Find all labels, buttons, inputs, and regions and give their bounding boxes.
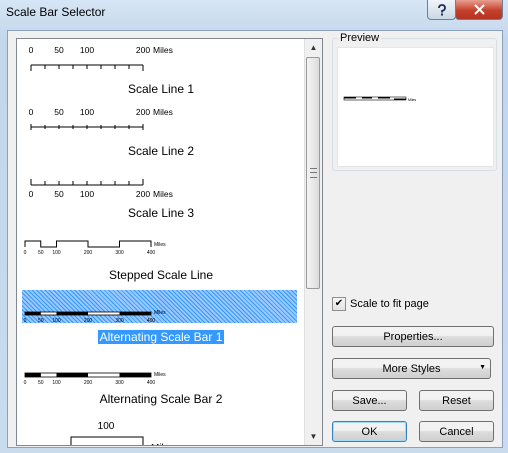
scale-to-fit-label: Scale to fit page: [350, 298, 429, 310]
more-styles-button[interactable]: More Styles ▼: [332, 358, 491, 379]
scale-bar-sample: 100 Miles: [70, 421, 174, 445]
scale-bar-label: Scale Line 3: [127, 206, 195, 220]
scale-to-fit-checkbox[interactable]: ✔ Scale to fit page: [332, 297, 429, 311]
tick-label: 100: [98, 421, 115, 432]
dropdown-arrow-icon: ▼: [479, 364, 486, 371]
preview-group: Preview Miles: [332, 32, 497, 171]
dialog-body: 0 50 100 200 Miles Scale Line 1 0 50 100 200 Miles…: [7, 30, 503, 448]
tick-label: 100: [52, 380, 61, 386]
preview-scale-bar: Miles: [343, 96, 416, 102]
tick-label: 300: [115, 380, 124, 386]
cancel-button[interactable]: Cancel: [419, 421, 494, 442]
preview-label: Preview: [338, 32, 382, 44]
tick-label: 50: [38, 318, 44, 324]
check-icon: ✔: [334, 298, 344, 309]
scroll-thumb[interactable]: [306, 57, 320, 289]
ok-label: OK: [361, 425, 378, 438]
tick-label: 100: [80, 189, 94, 199]
scroll-up-arrow-icon[interactable]: ▲: [305, 39, 322, 56]
cancel-label: Cancel: [439, 425, 474, 438]
unit-label: Miles: [154, 310, 166, 316]
save-label: Save...: [352, 394, 387, 407]
tick-label: 400: [147, 318, 156, 324]
scale-bar-sample: 0 50 100 200 300 400 Miles: [24, 372, 167, 386]
scale-bar-list-item[interactable]: 100 Miles: [17, 411, 305, 445]
tick-label: 0: [24, 318, 27, 324]
unit-label: Miles: [153, 189, 173, 199]
tick-label: 200: [84, 250, 93, 256]
tick-label: 50: [38, 380, 44, 386]
tick-label: 50: [38, 250, 44, 256]
tick-label: 0: [29, 189, 34, 199]
tick-label: 200: [136, 107, 150, 117]
tick-label: 200: [84, 380, 93, 386]
tick-label: 0: [24, 380, 27, 386]
scale-bar-label: Alternating Scale Bar 2: [99, 392, 223, 406]
tick-label: 200: [84, 318, 93, 324]
tick-label: 300: [115, 318, 124, 324]
grip-icon: [310, 168, 317, 178]
properties-label: Properties...: [383, 330, 443, 343]
tick-label: 100: [52, 250, 61, 256]
help-icon: [437, 3, 446, 15]
dialog-window: Scale Bar Selector 0 50 100 200 Miles Scale L…: [0, 0, 508, 453]
preview-unit: Miles: [408, 98, 416, 102]
help-button[interactable]: [427, 0, 456, 20]
tick-label: 100: [80, 45, 94, 55]
scale-bar-list-item[interactable]: 0 50 100 200 300 400 Miles Stepped Scale Line: [17, 225, 305, 287]
tick-label: 100: [80, 107, 94, 117]
preview-pane: Miles: [337, 47, 494, 167]
scale-bar-label: Stepped Scale Line: [108, 268, 214, 282]
scale-bar-sample: 0 50 100 200 300 400 Miles: [24, 240, 166, 256]
close-icon: [473, 4, 485, 15]
unit-label: Miles: [154, 372, 166, 378]
scale-bar-list-item[interactable]: 0 50 100 200 300 400 Miles Alternating Scale Ba…: [17, 287, 305, 349]
tick-label: 50: [54, 189, 64, 199]
tick-label: 200: [136, 189, 150, 199]
ok-button[interactable]: OK: [332, 421, 407, 442]
scale-bar-list-item[interactable]: 0 50 100 200 Miles Scale Line 2: [17, 101, 305, 163]
save-button[interactable]: Save...: [332, 390, 407, 411]
tick-label: 50: [54, 107, 64, 117]
properties-button[interactable]: Properties...: [332, 326, 494, 347]
tick-label: 100: [52, 318, 61, 324]
tick-label: 400: [147, 380, 156, 386]
tick-label: 50: [54, 45, 64, 55]
scale-bar-list-items: 0 50 100 200 Miles Scale Line 1 0 50 100 200 Miles…: [17, 39, 305, 445]
window-title: Scale Bar Selector: [6, 5, 106, 19]
scale-bar-list-item[interactable]: 0 50 100 200 300 400 Miles Alternating Scale Ba…: [17, 349, 305, 411]
tick-label: 0: [29, 45, 34, 55]
scale-bar-list-item[interactable]: 0 50 100 200 Miles Scale Line 1: [17, 39, 305, 101]
unit-label: Miles: [154, 242, 166, 248]
unit-label: Miles: [153, 107, 173, 117]
scale-bar-sample: 0 50 100 200 Miles: [29, 107, 173, 130]
unit-label: Miles: [153, 45, 173, 55]
reset-label: Reset: [442, 394, 471, 407]
scale-bar-list-item[interactable]: 0 50 100 200 Miles Scale Line 3: [17, 163, 305, 225]
tick-label: 0: [24, 250, 27, 256]
title-bar: Scale Bar Selector: [0, 0, 508, 28]
scale-bar-sample: 0 50 100 200 Miles: [29, 45, 173, 71]
vertical-scrollbar[interactable]: ▲ ▼: [304, 39, 322, 445]
scale-bar-sample: 0 50 100 200 300 400 Miles: [24, 310, 167, 324]
close-button[interactable]: [455, 0, 503, 20]
more-styles-label: More Styles: [382, 362, 441, 375]
tick-label: 400: [147, 250, 156, 256]
tick-label: 300: [115, 250, 124, 256]
reset-button[interactable]: Reset: [419, 390, 494, 411]
scale-bar-label: Alternating Scale Bar 1: [97, 330, 225, 344]
scale-bar-sample: 0 50 100 200 Miles: [29, 179, 173, 199]
tick-label: 0: [29, 107, 34, 117]
scroll-down-arrow-icon[interactable]: ▼: [305, 428, 322, 445]
unit-label: Miles: [151, 443, 174, 445]
tick-label: 200: [136, 45, 150, 55]
scale-bar-label: Scale Line 2: [127, 144, 195, 158]
checkbox-box[interactable]: ✔: [332, 297, 346, 311]
scale-bar-list[interactable]: 0 50 100 200 Miles Scale Line 1 0 50 100 200 Miles…: [16, 38, 323, 446]
scale-bar-label: Scale Line 1: [127, 82, 195, 96]
